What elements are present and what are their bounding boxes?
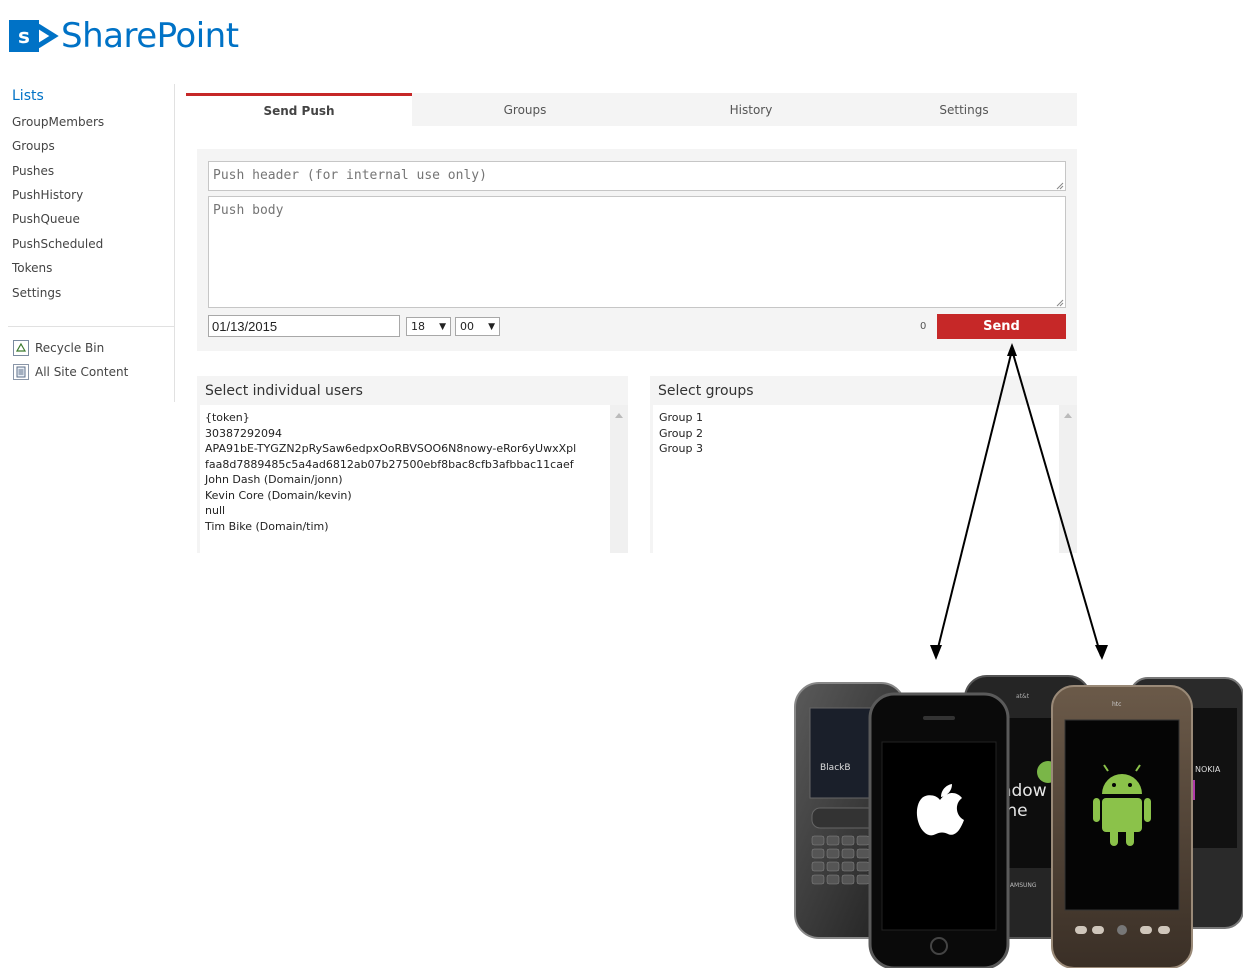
schedule-date-input[interactable]	[208, 315, 400, 337]
recycle-bin-icon	[13, 340, 29, 356]
sharepoint-logo[interactable]: s SharePoint	[9, 16, 239, 56]
list-item[interactable]: Group 3	[653, 441, 1059, 457]
list-item[interactable]: null	[200, 503, 610, 519]
list-item[interactable]: 30387292094	[200, 426, 610, 442]
mobile-devices-illustration: NOKIA indow one SAMSUNG at&t BlackB htc	[794, 675, 1243, 968]
character-count: 0	[920, 321, 927, 332]
svg-text:BlackB: BlackB	[820, 763, 851, 773]
tab-history[interactable]: History	[638, 93, 864, 126]
site-content-icon	[13, 364, 29, 380]
arrowhead-android	[1095, 645, 1108, 660]
all-site-content-label: All Site Content	[35, 365, 129, 379]
nav-item-groupmembers[interactable]: GroupMembers	[12, 115, 104, 129]
push-header-input[interactable]	[208, 161, 1066, 191]
push-body-input[interactable]	[208, 196, 1066, 308]
recycle-bin-link[interactable]: Recycle Bin	[13, 340, 104, 356]
nav-item-groups[interactable]: Groups	[12, 139, 55, 153]
hour-select[interactable]: 18 ▼	[406, 317, 451, 336]
users-panel-title: Select individual users	[205, 383, 363, 399]
svg-text:SAMSUNG: SAMSUNG	[1006, 882, 1037, 889]
nav-item-tokens[interactable]: Tokens	[12, 261, 52, 275]
svg-text:at&t: at&t	[1016, 693, 1030, 700]
list-item[interactable]: Group 1	[653, 410, 1059, 426]
all-site-content-link[interactable]: All Site Content	[13, 364, 128, 380]
minute-value: 00	[460, 320, 474, 333]
users-panel: Select individual users {token} 30387292…	[197, 376, 628, 553]
sharepoint-logo-icon: s	[9, 16, 59, 56]
logo-arrow-icon	[36, 23, 59, 49]
chevron-down-icon: ▼	[488, 321, 495, 332]
chevron-down-icon: ▼	[439, 321, 446, 332]
scroll-up-icon[interactable]	[1064, 413, 1072, 418]
tab-send-push[interactable]: Send Push	[186, 93, 412, 126]
app-title: SharePoint	[61, 16, 239, 56]
svg-text:NOKIA: NOKIA	[1195, 765, 1221, 774]
groups-panel-title: Select groups	[658, 383, 754, 399]
tab-bar: Send Push Groups History Settings	[186, 93, 1077, 126]
quick-launch-nav: Lists GroupMembers Groups Pushes PushHis…	[0, 84, 175, 402]
list-item[interactable]: Kevin Core (Domain/kevin)	[200, 488, 610, 504]
tab-groups[interactable]: Groups	[412, 93, 638, 126]
minute-select[interactable]: 00 ▼	[455, 317, 500, 336]
recycle-bin-label: Recycle Bin	[35, 341, 105, 355]
nav-item-settings[interactable]: Settings	[12, 286, 61, 300]
groups-scrollbar[interactable]	[1059, 405, 1077, 553]
nav-item-pushscheduled[interactable]: PushScheduled	[12, 237, 103, 251]
iphone	[868, 692, 1010, 968]
list-item[interactable]: {token}	[200, 410, 610, 426]
send-button[interactable]: Send	[937, 314, 1066, 339]
hour-value: 18	[411, 320, 425, 333]
arrowhead-iphone	[930, 645, 942, 660]
nav-item-pushes[interactable]: Pushes	[12, 164, 54, 178]
nav-heading-lists[interactable]: Lists	[12, 88, 44, 104]
nav-divider	[8, 326, 175, 327]
nav-item-pushhistory[interactable]: PushHistory	[12, 188, 83, 202]
resize-grip-icon[interactable]	[1056, 182, 1064, 190]
android-phone: htc	[1051, 685, 1193, 968]
tab-settings[interactable]: Settings	[851, 93, 1077, 126]
users-scrollbar[interactable]	[610, 405, 628, 553]
nav-item-pushqueue[interactable]: PushQueue	[12, 212, 80, 226]
list-item[interactable]: APA91bE-TYGZN2pRySaw6edpxOoRBVSOO6N8nowy…	[200, 441, 610, 457]
list-item[interactable]: Group 2	[653, 426, 1059, 442]
groups-listbox[interactable]: Group 1 Group 2 Group 3	[653, 405, 1059, 553]
list-item[interactable]: faa8d7889485c5a4ad6812ab07b27500ebf8bac8…	[200, 457, 610, 473]
svg-text:htc: htc	[1112, 701, 1121, 708]
groups-panel: Select groups Group 1 Group 2 Group 3	[650, 376, 1077, 553]
compose-panel: 18 ▼ 00 ▼ 0 Send	[197, 149, 1077, 351]
users-listbox[interactable]: {token} 30387292094 APA91bE-TYGZN2pRySaw…	[200, 405, 610, 553]
scroll-up-icon[interactable]	[615, 413, 623, 418]
list-item[interactable]: Tim Bike (Domain/tim)	[200, 519, 610, 535]
list-item[interactable]: John Dash (Domain/jonn)	[200, 472, 610, 488]
resize-grip-icon[interactable]	[1056, 299, 1064, 307]
